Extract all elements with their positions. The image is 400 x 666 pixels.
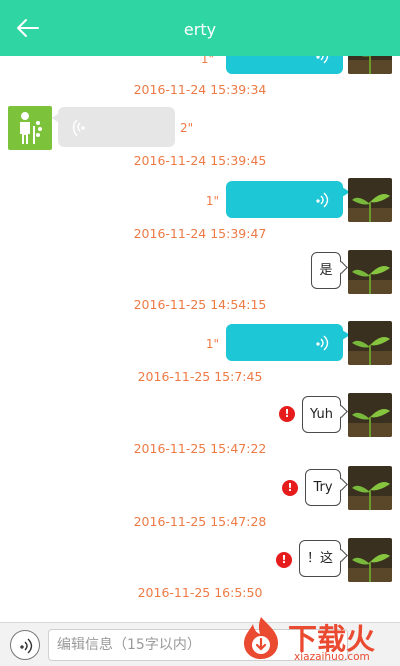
message-timestamp: 2016-11-25 15:47:22 <box>133 441 267 456</box>
message-timestamp: 2016-11-24 15:39:34 <box>133 82 267 97</box>
avatar[interactable] <box>348 538 392 582</box>
message-list[interactable]: 1" 2016-11-24 15:39:34 2" 2016-11-24 15:… <box>0 56 400 622</box>
text-message-bubble[interactable]: ！这 <box>299 540 341 577</box>
send-failed-icon[interactable]: ! <box>276 552 292 568</box>
message-timestamp: 2016-11-25 16:5:50 <box>137 585 263 600</box>
watermark-url: xiazaihuo.com <box>294 651 370 663</box>
voice-duration: 2" <box>180 121 194 135</box>
message-timestamp: 2016-11-24 15:39:47 <box>133 226 267 241</box>
voice-input-button[interactable] <box>10 630 40 660</box>
avatar[interactable] <box>348 393 392 437</box>
message-timestamp: 2016-11-25 15:7:45 <box>137 369 263 384</box>
avatar[interactable] <box>348 56 392 74</box>
voice-duration: 1" <box>200 56 214 66</box>
flame-logo-icon <box>244 617 278 659</box>
voice-wave-icon <box>316 335 329 350</box>
voice-message-bubble[interactable] <box>52 107 175 147</box>
avatar[interactable] <box>348 250 392 294</box>
text-message-bubble[interactable]: Yuh <box>302 396 341 433</box>
send-failed-icon[interactable]: ! <box>282 480 298 496</box>
voice-message-bubble[interactable] <box>226 181 350 218</box>
voice-message-bubble[interactable] <box>226 324 350 361</box>
chat-screen: erty 1" 2016-11-24 15:39:34 2" 2016-11-2… <box>0 0 400 666</box>
app-header: erty <box>0 0 400 56</box>
avatar[interactable] <box>348 178 392 222</box>
avatar[interactable] <box>348 321 392 365</box>
text-message-bubble[interactable]: 是 <box>311 252 341 289</box>
message-timestamp: 2016-11-25 15:47:28 <box>133 514 267 529</box>
avatar[interactable] <box>8 106 52 150</box>
voice-wave-icon <box>20 638 33 654</box>
send-failed-icon[interactable]: ! <box>279 406 295 422</box>
voice-wave-icon <box>72 119 85 136</box>
watermark: 下载火 xiazaihuo.com <box>232 614 400 666</box>
chat-title: erty <box>183 20 217 39</box>
message-timestamp: 2016-11-25 14:54:15 <box>133 297 267 312</box>
voice-message-bubble[interactable] <box>226 56 343 74</box>
text-message-bubble[interactable]: Try <box>305 469 341 506</box>
voice-wave-icon <box>316 56 329 63</box>
avatar[interactable] <box>348 466 392 510</box>
message-timestamp: 2016-11-24 15:39:45 <box>133 153 267 168</box>
voice-duration: 1" <box>205 337 219 351</box>
voice-wave-icon <box>316 192 329 207</box>
voice-duration: 1" <box>205 194 219 208</box>
